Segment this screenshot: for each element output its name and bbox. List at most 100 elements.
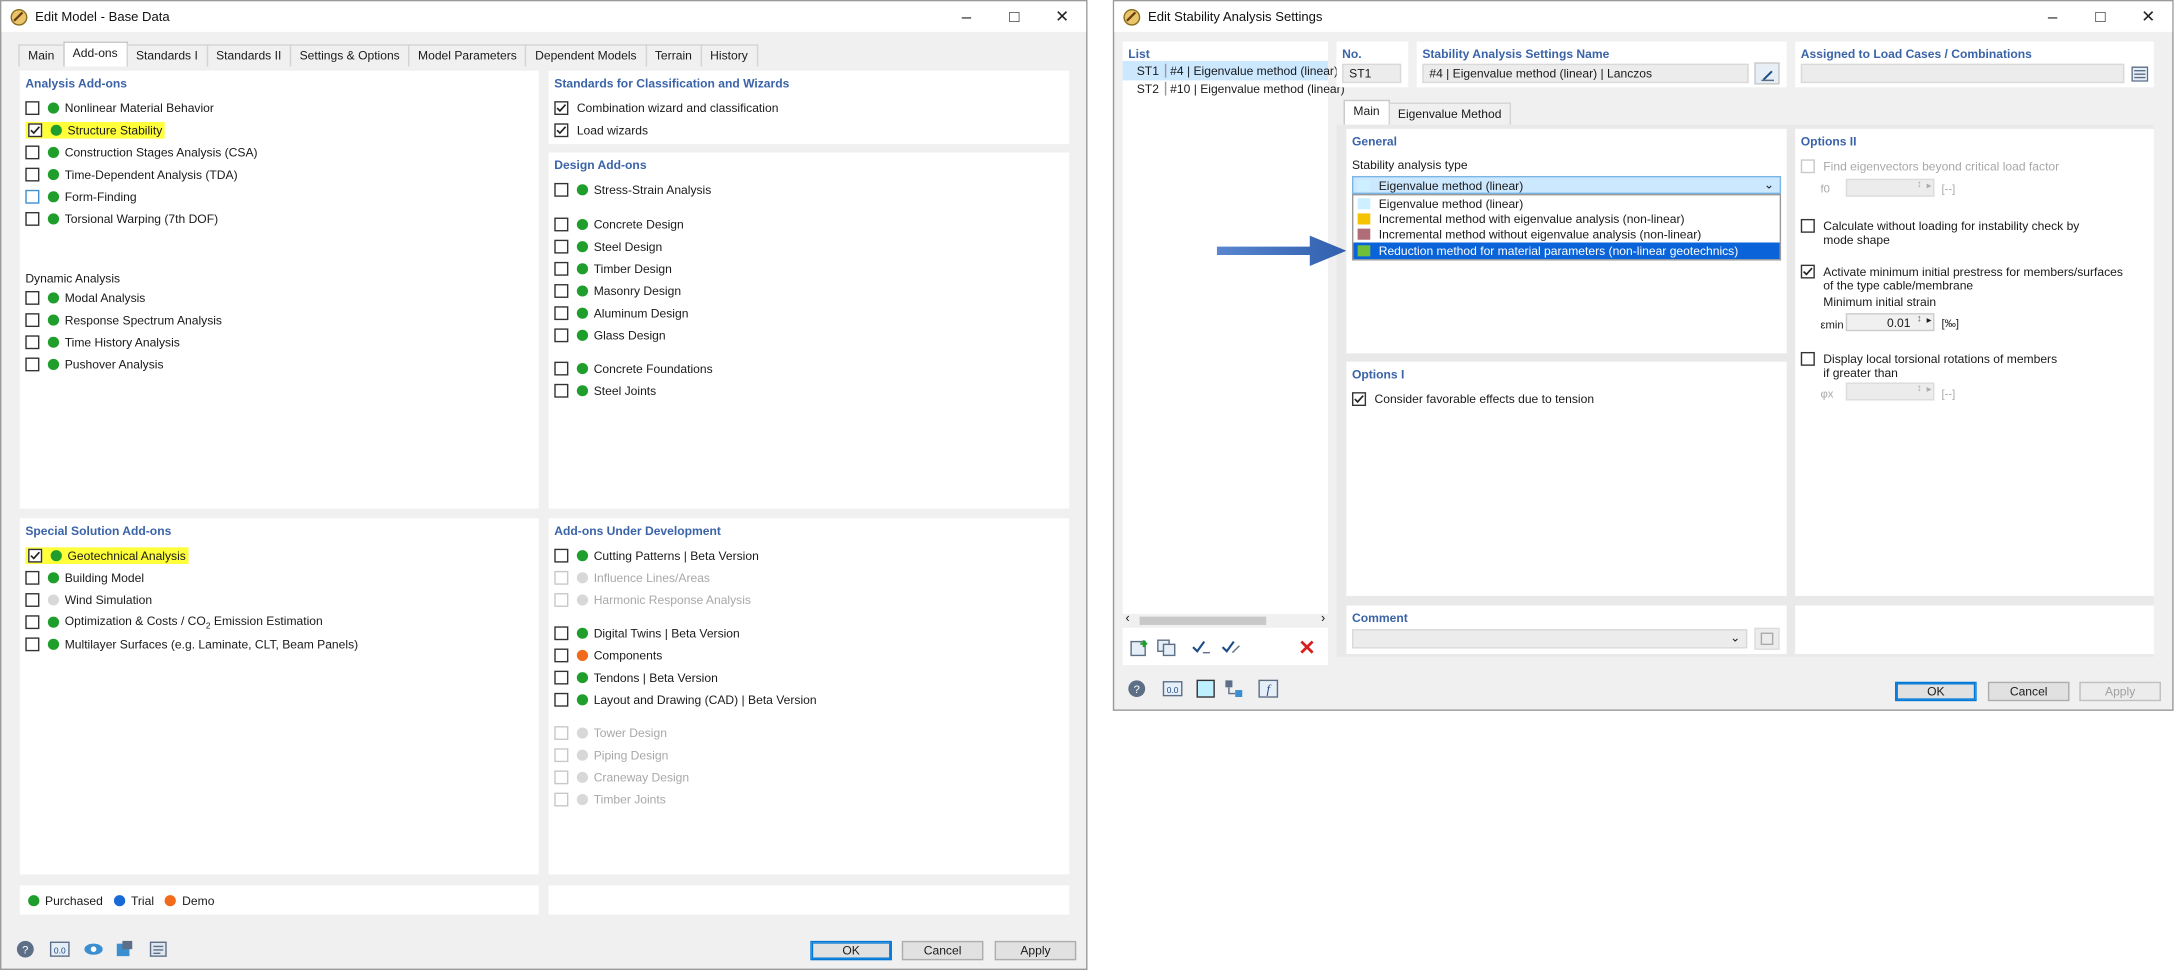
tab-eigenvalue-method[interactable]: Eigenvalue Method (1388, 102, 1512, 125)
list-item-st2[interactable]: ST2 #10 | Eigenvalue method (linear) (1123, 79, 1345, 98)
help-icon[interactable]: ? (1124, 678, 1149, 700)
checkbox[interactable] (25, 167, 40, 182)
maximize-icon[interactable]: □ (2077, 1, 2125, 31)
function-icon[interactable]: f (1255, 678, 1280, 700)
checkbox[interactable] (25, 145, 40, 160)
checkbox[interactable] (25, 637, 40, 652)
addon-concrete-design[interactable]: Concrete Design (554, 215, 684, 234)
checkbox[interactable] (25, 212, 40, 226)
scroll-left-icon[interactable]: ‹ (1125, 611, 1129, 625)
addon-nonlinear-material[interactable]: Nonlinear Material Behavior (25, 98, 214, 117)
units-icon[interactable]: 0.0 (1159, 678, 1184, 700)
delete-icon[interactable] (1294, 636, 1319, 658)
checkbox[interactable] (25, 313, 40, 328)
tab-model-parameters[interactable]: Model Parameters (408, 44, 527, 67)
addon-geotechnical-analysis[interactable]: Geotechnical Analysis (25, 546, 189, 565)
checkbox[interactable] (554, 692, 569, 707)
tab-settings-options[interactable]: Settings & Options (289, 44, 410, 67)
tab-standards-i[interactable]: Standards I (126, 44, 208, 67)
tree-icon[interactable] (1221, 678, 1246, 700)
checkbox[interactable] (554, 670, 569, 685)
chevron-down-icon[interactable]: ⌄ (1730, 630, 1740, 645)
checkbox[interactable] (554, 182, 569, 197)
addon-response-spectrum[interactable]: Response Spectrum Analysis (25, 310, 222, 329)
addon-steel-design[interactable]: Steel Design (554, 237, 662, 256)
tab-history[interactable]: History (700, 44, 758, 67)
checkbox[interactable] (554, 648, 569, 663)
close-icon[interactable]: ✕ (2124, 1, 2172, 31)
checkbox[interactable] (554, 626, 569, 641)
cancel-button[interactable]: Cancel (1987, 681, 2070, 702)
checkbox[interactable] (25, 101, 40, 116)
units-icon[interactable]: 0.0 (46, 938, 71, 960)
addon-layout-drawing[interactable]: Layout and Drawing (CAD) | Beta Version (554, 690, 817, 709)
addon-modal-analysis[interactable]: Modal Analysis (25, 288, 145, 307)
check-all-icon[interactable] (1189, 636, 1214, 658)
checkbox[interactable] (1800, 351, 1815, 366)
checkbox[interactable] (1800, 218, 1815, 233)
horizontal-scrollbar[interactable]: ‹ › (1122, 611, 1329, 628)
option-incremental-with-eigenvalue[interactable]: Incremental method with eigenvalue analy… (1353, 211, 1779, 228)
addon-concrete-foundations[interactable]: Concrete Foundations (554, 359, 713, 378)
checkbox[interactable] (554, 548, 569, 563)
checkbox[interactable] (1351, 392, 1367, 407)
minimize-icon[interactable]: – (2029, 1, 2077, 31)
tab-add-ons[interactable]: Add-ons (62, 41, 128, 67)
addon-form-finding[interactable]: Form-Finding (25, 187, 137, 206)
name-field[interactable]: #4 | Eigenvalue method (linear) | Lanczo… (1422, 63, 1749, 84)
addon-pushover[interactable]: Pushover Analysis (25, 355, 164, 374)
addon-building-model[interactable]: Building Model (25, 568, 144, 587)
tab-dependent-models[interactable]: Dependent Models (525, 44, 647, 67)
addon-aluminum-design[interactable]: Aluminum Design (554, 303, 688, 322)
checkbox[interactable] (25, 570, 40, 585)
comment-edit-icon[interactable] (1754, 627, 1780, 650)
favorable-effects-option[interactable]: Consider favorable effects due to tensio… (1351, 389, 1594, 408)
addon-masonry-design[interactable]: Masonry Design (554, 281, 681, 300)
checkbox[interactable] (554, 383, 569, 398)
checkbox[interactable] (25, 593, 40, 607)
arrow-right-icon[interactable]: ▸ (1927, 315, 1932, 326)
addon-timber-design[interactable]: Timber Design (554, 259, 672, 278)
combination-wizard-option[interactable]: Combination wizard and classification (554, 98, 778, 117)
addon-stress-strain[interactable]: Stress-Strain Analysis (554, 180, 711, 199)
addon-glass-design[interactable]: Glass Design (554, 326, 666, 345)
addon-torsional-warping[interactable]: Torsional Warping (7th DOF) (25, 209, 218, 228)
checkbox[interactable] (554, 261, 569, 276)
checkbox[interactable] (554, 217, 569, 232)
emin-input[interactable]: 0.01 ↕ ▸ (1845, 313, 1935, 332)
new-item-icon[interactable] (1127, 636, 1152, 658)
option-reduction-method[interactable]: Reduction method for material parameters… (1353, 242, 1780, 260)
checkbox[interactable] (28, 123, 43, 138)
uncheck-all-icon[interactable] (1218, 636, 1243, 658)
addon-time-history[interactable]: Time History Analysis (25, 333, 180, 352)
addon-multilayer-surfaces[interactable]: Multilayer Surfaces (e.g. Laminate, CLT,… (25, 635, 358, 654)
tab-main[interactable]: Main (1343, 99, 1390, 125)
spinner-icon[interactable]: ↕ (1917, 315, 1922, 325)
addon-steel-joints[interactable]: Steel Joints (554, 381, 656, 400)
checkbox[interactable] (25, 335, 40, 350)
apply-button[interactable]: Apply (2079, 681, 2161, 702)
tab-standards-ii[interactable]: Standards II (206, 44, 292, 67)
comment-field[interactable]: ⌄ (1351, 629, 1748, 649)
addon-construction-stages[interactable]: Construction Stages Analysis (CSA) (25, 143, 258, 162)
help-icon[interactable]: ? (13, 938, 38, 960)
copy-item-icon[interactable] (1154, 636, 1179, 658)
minimize-icon[interactable]: – (943, 1, 991, 31)
ok-button[interactable]: OK (1895, 681, 1977, 702)
addon-components[interactable]: Components (554, 646, 662, 665)
load-wizards-option[interactable]: Load wizards (554, 121, 648, 140)
tab-terrain[interactable]: Terrain (645, 44, 702, 67)
checkbox[interactable] (25, 189, 40, 204)
option-incremental-without-eigenvalue[interactable]: Incremental method without eigenvalue an… (1353, 226, 1779, 243)
close-icon[interactable]: ✕ (1038, 1, 1086, 31)
assigned-field[interactable] (1800, 63, 2125, 84)
checkbox[interactable] (554, 361, 569, 376)
checkbox[interactable] (554, 123, 569, 138)
checkbox[interactable] (25, 290, 40, 305)
addon-tendons[interactable]: Tendons | Beta Version (554, 668, 718, 687)
addon-cutting-patterns[interactable]: Cutting Patterns | Beta Version (554, 546, 759, 565)
color-icon[interactable] (1193, 678, 1218, 700)
checkbox[interactable] (554, 306, 569, 321)
ok-button[interactable]: OK (810, 940, 892, 961)
view-icon[interactable] (80, 938, 105, 960)
